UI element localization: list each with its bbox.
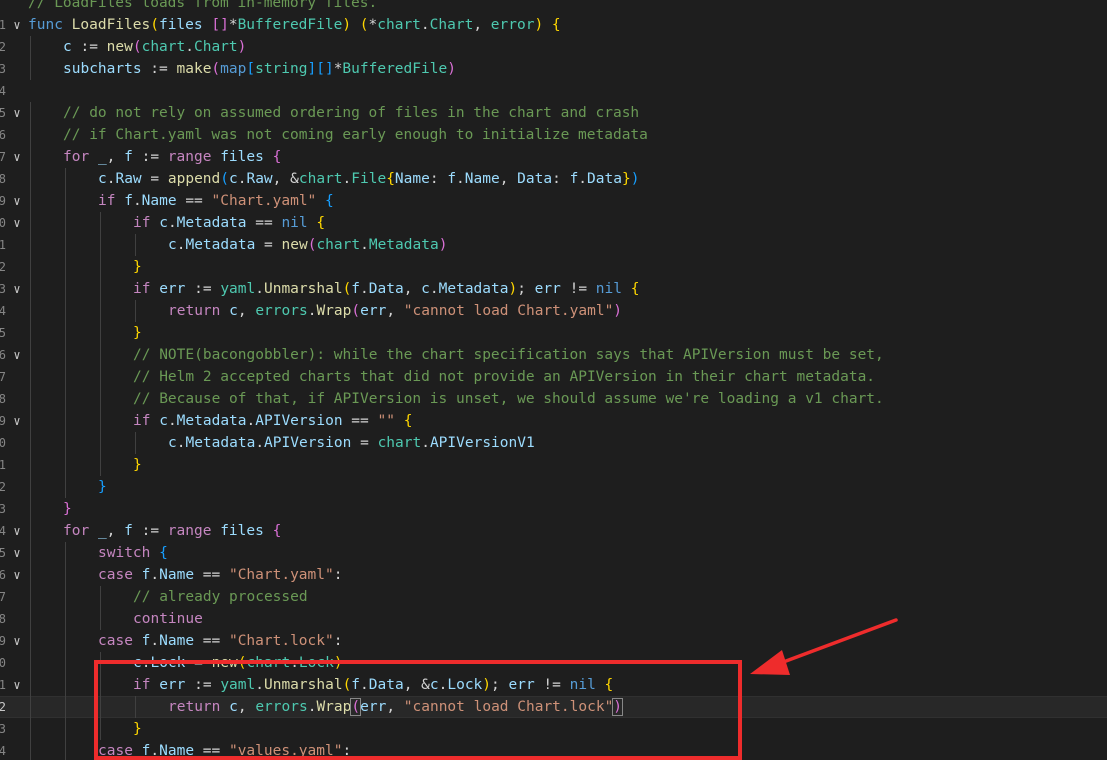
- arrow-shaft: [776, 618, 898, 666]
- arrow-head: [750, 650, 790, 675]
- red-arrow-annotation: [750, 618, 898, 675]
